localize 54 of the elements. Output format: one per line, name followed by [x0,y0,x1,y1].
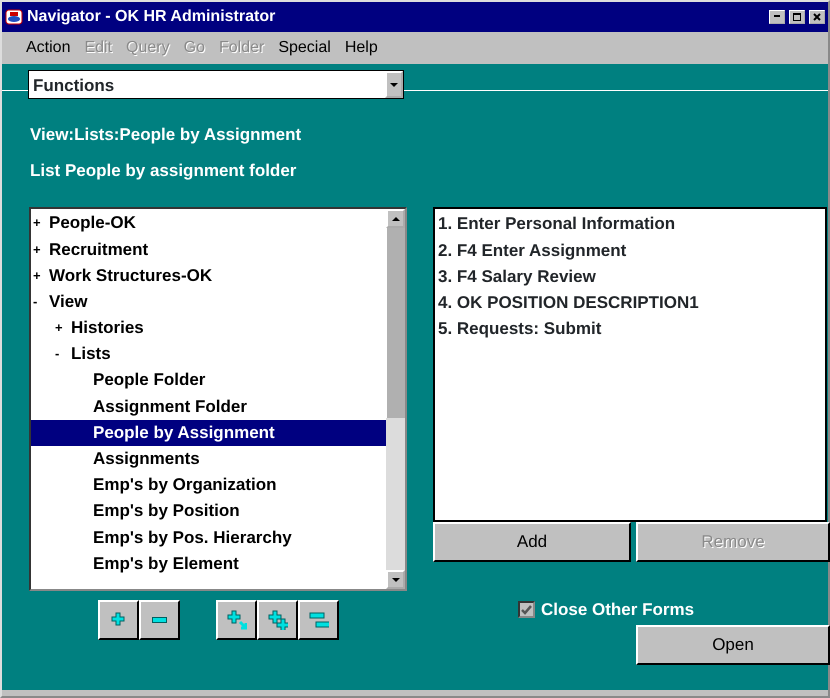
window-title: Navigator - OK HR Administrator [27,7,276,27]
double-plus-icon [268,610,288,630]
check-icon [521,604,532,615]
favorite-item[interactable]: 4. OK POSITION DESCRIPTION1 [438,290,822,316]
close-button[interactable] [809,10,825,24]
tree-item[interactable]: People Folder [31,367,386,394]
favorite-item[interactable]: 3. F4 Salary Review [438,263,822,290]
tree-item[interactable]: - Lists [31,340,386,368]
tree-item[interactable]: + Work Structures-OK [31,262,386,289]
tree-item[interactable]: + Histories [31,314,386,341]
scroll-up-button[interactable] [386,209,405,228]
expand-branch-button[interactable] [216,600,257,640]
dropdown-button[interactable] [385,71,403,98]
close-icon [812,12,822,22]
path-text: View:Lists:People by Assignment [30,124,302,146]
maximize-icon [792,12,802,22]
tree-item[interactable]: People by Assignment [31,420,386,446]
expand-all-button[interactable] [257,600,298,640]
tree-item[interactable]: + People-OK [31,210,386,236]
checkbox[interactable] [518,601,535,618]
tree-item[interactable]: Emp's by Pos. Hierarchy [31,524,386,550]
menu-item[interactable]: Action [26,36,70,60]
minimize-icon [774,14,780,16]
favorite-item[interactable]: 1. Enter Personal Information [438,211,822,238]
menu-item[interactable]: Special [278,36,331,60]
tree-item[interactable]: + Recruitment [31,236,386,262]
favorite-item[interactable]: 2. F4 Enter Assignment [438,237,822,264]
tree-item[interactable]: Emp's by Position [31,498,386,524]
description-text: List People by assignment folder [30,160,296,182]
tree-item[interactable]: Assignment Folder [31,393,386,420]
collapse-button[interactable] [139,600,180,640]
scroll-down-button[interactable] [386,570,405,589]
up-arrow-icon [390,216,400,222]
collapse-all-button[interactable] [298,600,339,640]
double-minus-icon [308,610,328,630]
open-button[interactable]: Open [636,625,830,665]
minimize-button[interactable] [769,10,785,24]
tree-item[interactable]: Emp's by Organization [31,472,386,498]
plus-arrow-icon [226,610,246,630]
expand-button[interactable] [98,600,139,640]
checkbox-label: Close Other Forms [541,599,694,621]
tree-item[interactable]: - View [31,288,386,315]
app-icon [5,8,23,26]
caret-icon [389,82,399,88]
favorite-item[interactable]: 5. Requests: Submit [438,316,822,342]
add-button[interactable]: Add [433,522,631,562]
down-arrow-icon [390,576,400,582]
tree-item[interactable]: Assignments [31,446,386,472]
functions-dropdown[interactable]: Functions [28,70,404,99]
menu-item[interactable]: Help [344,36,378,60]
tree-item[interactable]: Emp's by Element [31,550,386,577]
maximize-button[interactable] [789,10,805,24]
scroll-thumb[interactable] [386,228,405,418]
minus-icon [152,617,167,623]
